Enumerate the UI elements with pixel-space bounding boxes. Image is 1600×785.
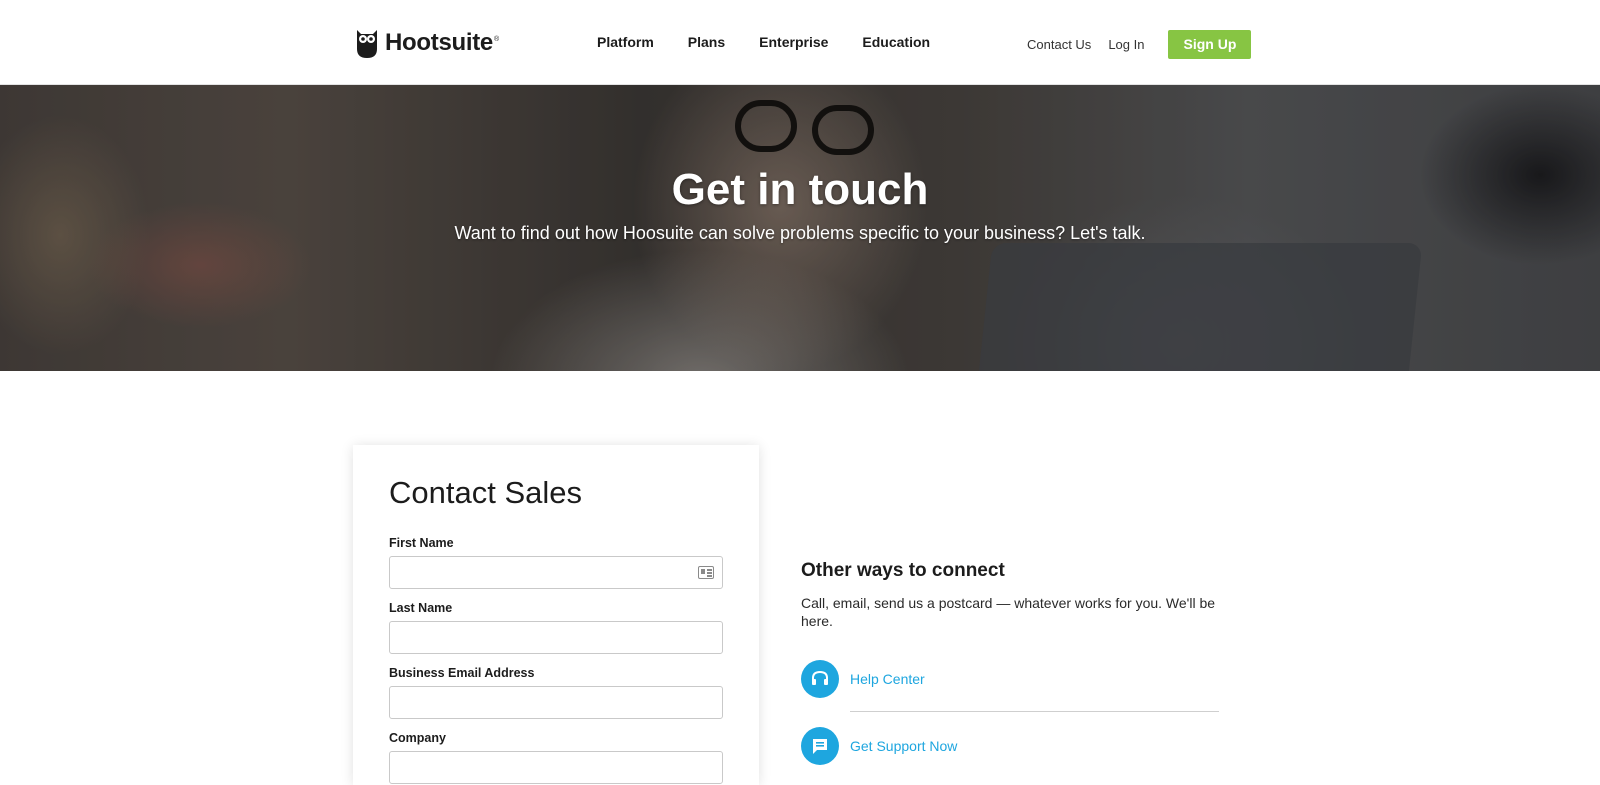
- last-name-label: Last Name: [389, 601, 453, 615]
- contact-card-icon[interactable]: [698, 566, 714, 579]
- nav-plans[interactable]: Plans: [688, 34, 725, 50]
- contact-us-link[interactable]: Contact Us: [1027, 37, 1091, 52]
- site-header: Hootsuite® Platform Plans Enterprise Edu…: [0, 0, 1600, 85]
- nav-enterprise[interactable]: Enterprise: [759, 34, 828, 50]
- log-in-link[interactable]: Log In: [1108, 37, 1144, 52]
- get-support-now-link[interactable]: Get Support Now: [850, 738, 957, 754]
- logo-wordmark: Hootsuite®: [385, 29, 499, 56]
- other-ways-description: Call, email, send us a postcard — whatev…: [801, 595, 1216, 629]
- company-field[interactable]: [389, 751, 723, 784]
- main-nav: Platform Plans Enterprise Education: [597, 34, 964, 50]
- last-name-field[interactable]: [389, 621, 723, 654]
- headset-icon[interactable]: [801, 660, 839, 698]
- first-name-label: First Name: [389, 536, 454, 550]
- email-label: Business Email Address: [389, 666, 535, 680]
- first-name-field[interactable]: [389, 556, 723, 589]
- contact-sales-form: Contact Sales First Name Last Name Busin…: [353, 445, 759, 785]
- form-title: Contact Sales: [389, 475, 582, 510]
- company-label: Company: [389, 731, 446, 745]
- other-ways-title: Other ways to connect: [801, 560, 1005, 581]
- email-field[interactable]: [389, 686, 723, 719]
- help-center-link[interactable]: Help Center: [850, 671, 925, 687]
- chat-bubble-icon[interactable]: [801, 727, 839, 765]
- header-actions: Contact Us Log In Sign Up: [1027, 30, 1252, 59]
- hero-subtitle: Want to find out how Hoosuite can solve …: [454, 223, 1146, 243]
- owl-logo-icon: [357, 30, 377, 58]
- hero-banner: Get in touch Want to find out how Hoosui…: [0, 85, 1600, 371]
- divider: [850, 711, 1219, 712]
- hootsuite-logo[interactable]: Hootsuite®: [355, 26, 499, 60]
- sign-up-button[interactable]: Sign Up: [1168, 30, 1252, 59]
- hero-title: Get in touch: [671, 165, 929, 214]
- nav-platform[interactable]: Platform: [597, 34, 654, 50]
- nav-education[interactable]: Education: [862, 34, 930, 50]
